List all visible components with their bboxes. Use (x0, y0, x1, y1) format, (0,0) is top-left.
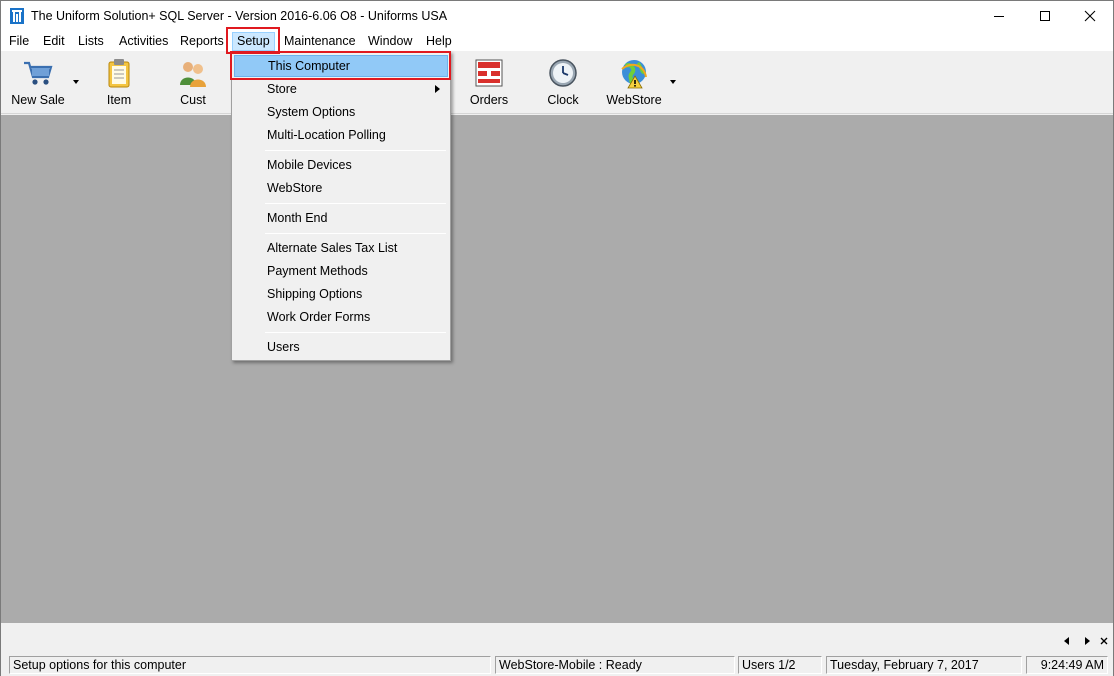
minimize-icon (994, 16, 1004, 17)
menu-item-system-options[interactable]: System Options (234, 101, 448, 123)
setup-dropdown-menu: This Computer Store System Options Multi… (231, 51, 451, 361)
menu-setup[interactable]: Setup (232, 32, 275, 51)
clock-label: Clock (547, 93, 579, 107)
item-button[interactable]: Item (93, 55, 145, 111)
menu-separator (265, 233, 446, 234)
menu-lists[interactable]: Lists (78, 33, 104, 51)
menu-item-store[interactable]: Store (234, 78, 448, 100)
status-date: Tuesday, February 7, 2017 (826, 656, 1022, 674)
menu-item-shipping-options[interactable]: Shipping Options (234, 283, 448, 305)
tab-scroll-strip (1, 623, 1113, 654)
webstore-button[interactable]: WebStore (601, 55, 667, 111)
cust-button[interactable]: Cust (167, 55, 219, 111)
maximize-button[interactable] (1022, 1, 1068, 31)
menu-item-webstore[interactable]: WebStore (234, 177, 448, 199)
status-time: 9:24:49 AM (1026, 656, 1108, 674)
new-sale-label: New Sale (11, 93, 65, 107)
submenu-arrow-icon (435, 85, 440, 93)
webstore-label: WebStore (606, 93, 662, 107)
app-window: The Uniform Solution+ SQL Server - Versi… (0, 0, 1114, 676)
clock-icon (549, 59, 577, 87)
menu-window[interactable]: Window (368, 33, 412, 51)
title-bar: The Uniform Solution+ SQL Server - Versi… (1, 1, 1113, 31)
menu-item-store-label: Store (267, 82, 297, 96)
menu-maintenance[interactable]: Maintenance (284, 33, 356, 51)
menu-item-users[interactable]: Users (234, 336, 448, 358)
menu-separator (265, 203, 446, 204)
orders-label: Orders (469, 93, 509, 107)
app-logo-icon (10, 8, 24, 24)
close-button[interactable] (1067, 1, 1113, 31)
mdi-workspace (1, 115, 1113, 623)
people-icon (180, 62, 206, 87)
menu-separator (265, 150, 446, 151)
menu-item-this-computer[interactable]: This Computer (234, 55, 448, 77)
menu-item-mobile-devices[interactable]: Mobile Devices (234, 154, 448, 176)
clock-button[interactable]: Clock (537, 55, 589, 111)
menu-separator (265, 332, 446, 333)
status-users: Users 1/2 (738, 656, 822, 674)
menu-activities[interactable]: Activities (119, 33, 168, 51)
webstore-globe-icon (621, 60, 647, 89)
status-bar: Setup options for this computer WebStore… (1, 654, 1113, 676)
new-sale-button[interactable]: New Sale (5, 55, 71, 111)
shopping-cart-icon (24, 61, 53, 85)
menu-item-month-end[interactable]: Month End (234, 207, 448, 229)
window-title: The Uniform Solution+ SQL Server - Versi… (31, 9, 448, 23)
menu-item-multi-location-polling[interactable]: Multi-Location Polling (234, 124, 448, 146)
menu-item-alternate-sales-tax-list[interactable]: Alternate Sales Tax List (234, 237, 448, 259)
scroll-left-icon[interactable] (1062, 635, 1072, 647)
minimize-button[interactable] (976, 1, 1022, 31)
menu-file[interactable]: File (9, 33, 29, 51)
status-message: Setup options for this computer (9, 656, 491, 674)
close-icon (1084, 10, 1096, 22)
orders-icon (475, 59, 503, 87)
menu-edit[interactable]: Edit (43, 33, 65, 51)
item-label: Item (106, 93, 132, 107)
menu-bar: File Edit Lists Activities Reports Setup… (1, 31, 1113, 51)
scroll-right-icon[interactable] (1082, 635, 1092, 647)
cust-label: Cust (180, 93, 206, 107)
menu-item-work-order-forms[interactable]: Work Order Forms (234, 306, 448, 328)
menu-help[interactable]: Help (426, 33, 452, 51)
webstore-dropdown-icon[interactable] (669, 79, 677, 85)
orders-button[interactable]: Orders (463, 55, 515, 111)
clipboard-icon (108, 59, 130, 88)
maximize-icon (1040, 11, 1050, 21)
new-sale-dropdown-icon[interactable] (72, 79, 80, 85)
close-tab-icon[interactable] (1099, 635, 1109, 647)
menu-item-payment-methods[interactable]: Payment Methods (234, 260, 448, 282)
status-service: WebStore-Mobile : Ready (495, 656, 735, 674)
toolbar: New Sale Item Cust Orders Clock WebStore (1, 51, 1113, 114)
menu-reports[interactable]: Reports (180, 33, 224, 51)
